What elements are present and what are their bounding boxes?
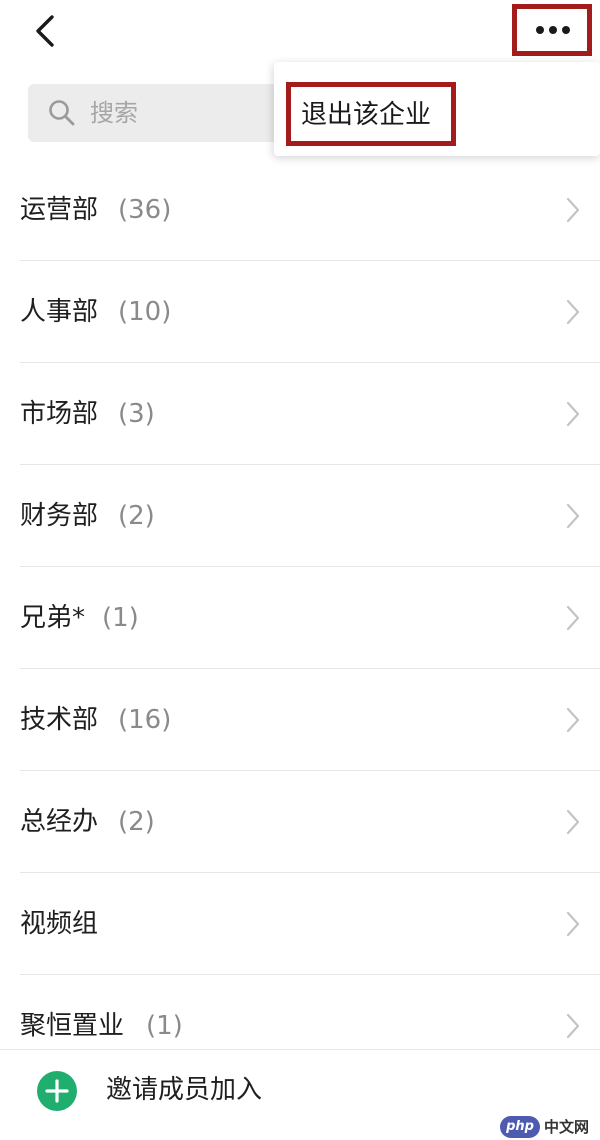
department-name: 技术部 <box>20 705 99 735</box>
department-count: (1) <box>146 1011 183 1041</box>
chevron-right-icon <box>566 707 580 733</box>
department-row[interactable]: 兄弟* (1) <box>0 567 600 669</box>
chevron-right-icon <box>566 401 580 427</box>
watermark-text: 中文网 <box>544 1118 590 1136</box>
chevron-right-icon <box>566 911 580 937</box>
search-icon <box>49 100 75 126</box>
department-name: 财务部 <box>20 501 99 531</box>
chevron-right-icon <box>566 1013 580 1039</box>
more-dots-icon <box>536 26 570 34</box>
department-count: (1) <box>102 603 139 633</box>
department-row[interactable]: 总经办 (2) <box>0 771 600 873</box>
department-count: (3) <box>118 399 155 429</box>
top-bar <box>0 0 600 66</box>
department-name: 兄弟* <box>20 603 86 633</box>
department-name: 聚恒置业 <box>20 1011 125 1041</box>
search-input[interactable]: 搜索 <box>28 84 288 142</box>
department-count: (10) <box>118 297 172 327</box>
menu-item-label: 退出该企业 <box>301 100 432 130</box>
chevron-right-icon <box>566 809 580 835</box>
department-name: 市场部 <box>20 399 99 429</box>
department-row[interactable]: 人事部 (10) <box>0 261 600 363</box>
department-row[interactable]: 技术部 (16) <box>0 669 600 771</box>
plus-circle-icon <box>37 1071 77 1111</box>
menu-item-leave-company[interactable]: 退出该企业 <box>286 82 456 146</box>
department-name: 视频组 <box>20 909 99 939</box>
department-name: 人事部 <box>20 297 99 327</box>
search-placeholder: 搜索 <box>90 99 138 127</box>
department-list: 运营部 (36) 人事部 (10) 市场部 (3) 财务部 (2) 兄弟* (1… <box>0 159 600 1077</box>
department-row[interactable]: 视频组 <box>0 873 600 975</box>
invite-label: 邀请成员加入 <box>106 1075 263 1105</box>
department-count: (2) <box>118 807 155 837</box>
more-button[interactable] <box>512 4 592 56</box>
overflow-menu: 退出该企业 <box>274 62 600 156</box>
back-button[interactable] <box>22 8 72 54</box>
chevron-right-icon <box>566 503 580 529</box>
department-row[interactable]: 市场部 (3) <box>0 363 600 465</box>
department-count: (36) <box>118 195 172 225</box>
department-row[interactable]: 财务部 (2) <box>0 465 600 567</box>
chevron-right-icon <box>566 299 580 325</box>
chevron-left-icon <box>36 15 54 47</box>
department-count: (16) <box>118 705 172 735</box>
department-name: 总经办 <box>20 807 99 837</box>
department-name: 运营部 <box>20 195 99 225</box>
chevron-right-icon <box>566 197 580 223</box>
site-watermark: php 中文网 <box>500 1116 596 1138</box>
department-count: (2) <box>118 501 155 531</box>
chevron-right-icon <box>566 605 580 631</box>
department-row[interactable]: 运营部 (36) <box>0 159 600 261</box>
php-logo: php <box>500 1116 540 1138</box>
